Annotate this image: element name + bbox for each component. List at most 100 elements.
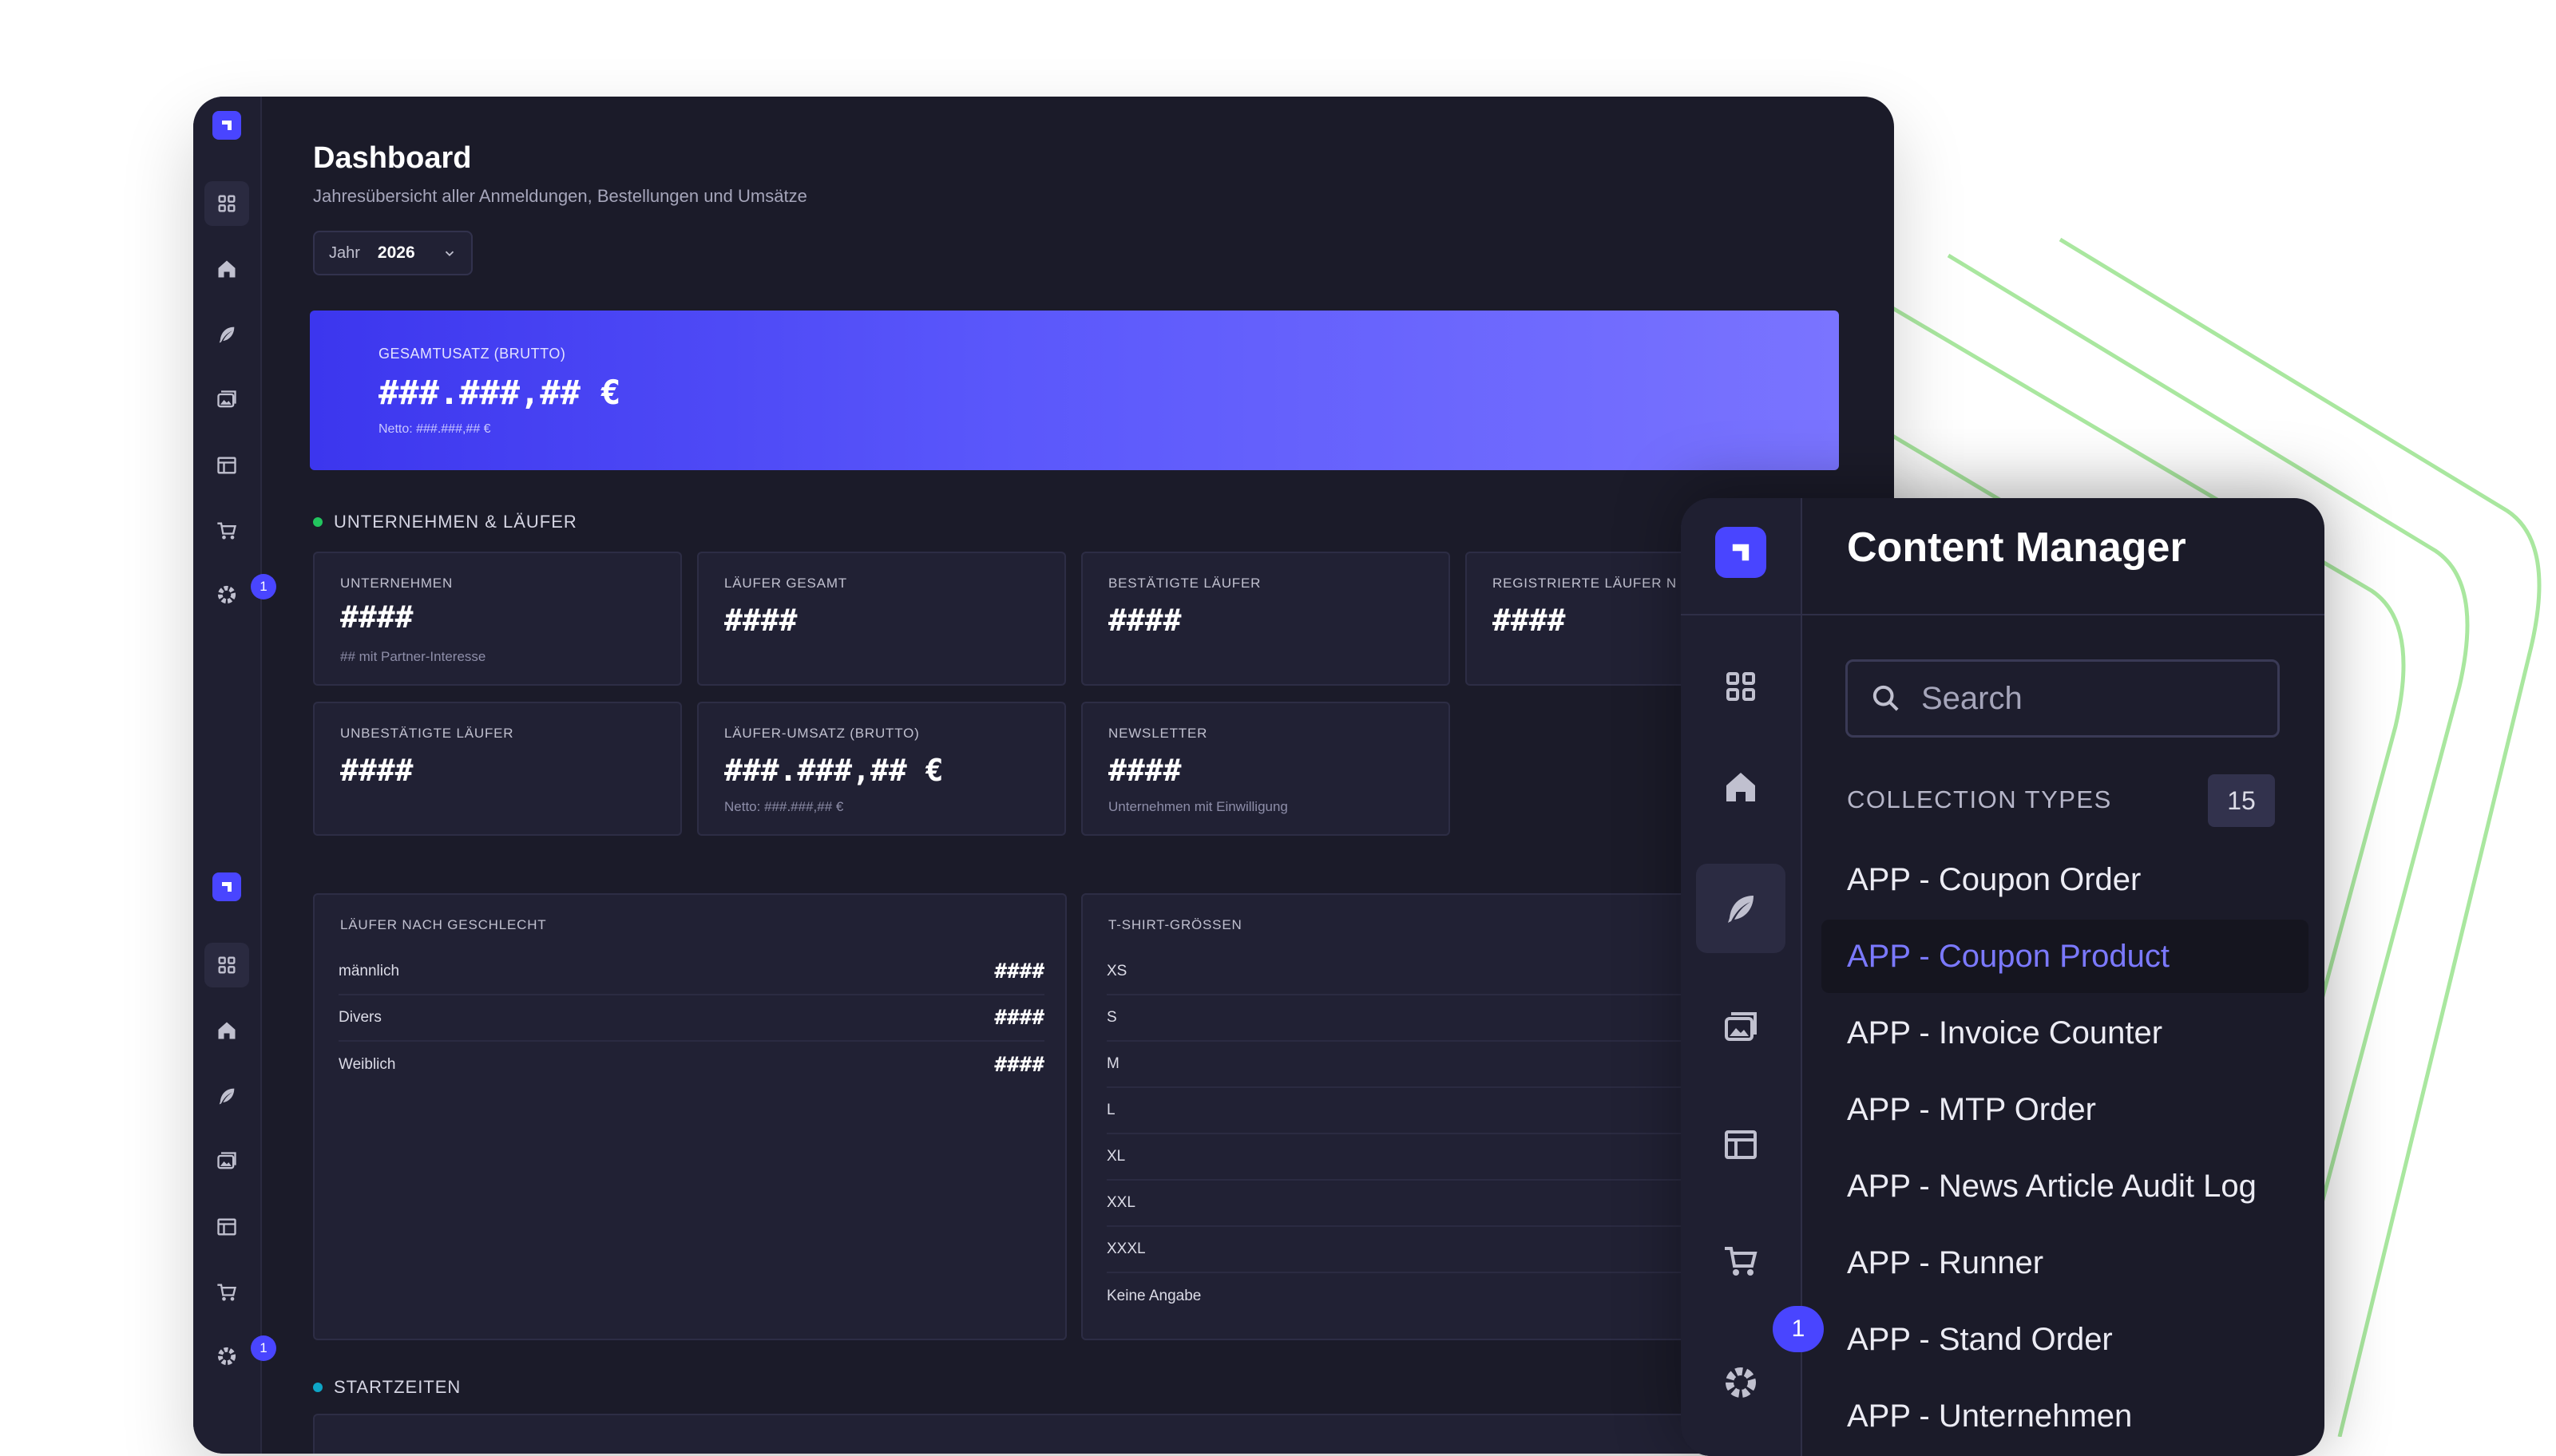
stat-value: #### (340, 753, 414, 788)
stat-value: #### (1492, 603, 1566, 638)
feather-icon (1728, 896, 1754, 923)
collection-item[interactable]: APP - Coupon Order (1821, 843, 2308, 916)
stat-value: #### (340, 599, 414, 635)
rail-shop-secondary[interactable] (193, 1272, 260, 1313)
section-title: STARTZEITEN (334, 1377, 462, 1397)
rail-settings[interactable]: 1 (193, 573, 276, 617)
collection-item-active[interactable]: APP - Coupon Product (1821, 920, 2308, 993)
list-item: Divers #### (339, 995, 1044, 1042)
notification-badge: 1 (251, 1335, 276, 1361)
grid-icon (1726, 672, 1755, 701)
cm-rail-content-types[interactable] (1681, 864, 1801, 953)
row-value: #### (994, 959, 1044, 983)
layout-icon (217, 457, 236, 474)
status-dot-icon (313, 517, 323, 527)
row-label: S (1107, 1009, 1117, 1026)
rail-settings-secondary[interactable]: 1 (193, 1335, 276, 1379)
cm-rail-layout[interactable] (1681, 1119, 1801, 1170)
rail-shop[interactable] (193, 510, 260, 552)
page-subtitle: Jahresübersicht aller Anmeldungen, Beste… (313, 186, 807, 206)
section-title: UNTERNEHMEN & LÄUFER (334, 512, 577, 532)
row-label: XS (1107, 963, 1127, 979)
stat-label: NEWSLETTER (1108, 726, 1208, 741)
page-title: Dashboard (313, 141, 472, 175)
total-revenue-net: Netto: ###.###,## € (378, 422, 491, 436)
layout-icon (217, 1218, 236, 1236)
stat-label: BESTÄTIGTE LÄUFER (1108, 576, 1262, 591)
rail-media[interactable] (193, 379, 260, 421)
divider (1681, 614, 1801, 615)
rail-content-types[interactable] (193, 314, 260, 355)
content-manager-window: 1 Content Manager COLLECTION TYPES 15 AP… (1681, 498, 2324, 1456)
home-icon (218, 1022, 236, 1039)
cm-rail-media[interactable] (1681, 1003, 1801, 1054)
stat-card-newsletter: NEWSLETTER #### Unternehmen mit Einwilli… (1081, 702, 1450, 836)
rail-logo-secondary[interactable] (193, 871, 260, 903)
rail-content-manager-secondary[interactable] (193, 941, 260, 989)
row-label: XXXL (1107, 1240, 1146, 1257)
start-times-table (313, 1414, 1835, 1454)
dashboard-nav-rail: 1 1 (193, 97, 276, 1454)
rail-layout[interactable] (193, 445, 260, 486)
cm-rail-logo[interactable] (1681, 524, 1801, 581)
stat-note: Netto: ###.###,## € (724, 799, 844, 814)
cm-main: Content Manager COLLECTION TYPES 15 APP … (1801, 498, 2324, 1456)
grid-icon (218, 195, 236, 212)
rail-media-secondary[interactable] (193, 1141, 260, 1182)
gender-panel: LÄUFER NACH GESCHLECHT männlich #### Div… (313, 893, 1067, 1340)
rail-content-types-secondary[interactable] (193, 1075, 260, 1117)
cart-icon (217, 1284, 236, 1301)
stat-card-companies: UNTERNEHMEN #### ## mit Partner-Interess… (313, 552, 682, 686)
stat-label: LÄUFER GESAMT (724, 576, 847, 591)
rail-home[interactable] (193, 248, 260, 290)
stat-value: #### (724, 603, 798, 638)
collection-item[interactable]: APP - Unternehmen (1821, 1379, 2308, 1453)
year-select[interactable]: Jahr 2026 (313, 231, 473, 275)
row-value: #### (994, 1053, 1044, 1077)
cm-rail-shop[interactable] (1681, 1236, 1801, 1287)
list-item: Weiblich #### (339, 1042, 1044, 1088)
search-box[interactable] (1845, 659, 2280, 738)
collection-item[interactable]: APP - Runner (1821, 1226, 2308, 1300)
cm-rail-settings[interactable]: 1 (1681, 1305, 1824, 1410)
stat-card-confirmed-runners: BESTÄTIGTE LÄUFER #### (1081, 552, 1450, 686)
collection-item[interactable]: APP - Invoice Counter (1821, 996, 2308, 1070)
status-dot-icon (313, 1383, 323, 1392)
stat-card-unconfirmed-runners: UNBESTÄTIGTE LÄUFER #### (313, 702, 682, 836)
cm-rail-content-manager[interactable] (1681, 661, 1801, 712)
strapi-logo-icon (1715, 527, 1766, 578)
list-item: männlich #### (339, 949, 1044, 995)
collection-item[interactable]: APP - News Article Audit Log (1821, 1149, 2308, 1223)
section-companies-runners: UNTERNEHMEN & LÄUFER (313, 512, 577, 532)
feather-icon (219, 326, 235, 343)
stat-note: Unternehmen mit Einwilligung (1108, 799, 1288, 814)
stat-label: UNTERNEHMEN (340, 576, 454, 591)
rail-logo[interactable] (193, 109, 260, 141)
grid-icon (218, 956, 236, 974)
collection-count-badge: 15 (2208, 774, 2275, 827)
collection-item[interactable]: APP - Stand Order (1821, 1303, 2308, 1376)
search-icon (1872, 685, 1899, 711)
home-icon (218, 260, 236, 278)
stat-value: ###.###,## € (724, 753, 944, 788)
chevron-down-icon (445, 251, 454, 256)
stat-card-runners-total: LÄUFER GESAMT #### (697, 552, 1066, 686)
rail-home-secondary[interactable] (193, 1010, 260, 1051)
dashboard-main: Dashboard Jahresübersicht aller Anmeldun… (310, 97, 1894, 1454)
collection-item[interactable]: APP - MTP Order (1821, 1073, 2308, 1146)
total-revenue-value: ###.###,## € (378, 373, 621, 412)
divider (1801, 614, 2324, 615)
cm-rail-home[interactable] (1681, 762, 1801, 813)
strapi-logo-icon (212, 111, 241, 140)
rail-layout-secondary[interactable] (193, 1206, 260, 1248)
panel-title: T-SHIRT-GRÖSSEN (1108, 917, 1242, 932)
total-revenue-label: GESAMTUSATZ (BRUTTO) (378, 346, 566, 362)
gear-icon (217, 1347, 236, 1365)
search-input[interactable] (1920, 679, 2226, 718)
row-label: Keine Angabe (1107, 1288, 1202, 1304)
strapi-logo-icon (212, 872, 241, 901)
total-revenue-card: GESAMTUSATZ (BRUTTO) ###.###,## € Netto:… (310, 311, 1839, 470)
rail-content-manager[interactable] (193, 180, 260, 228)
year-label: Jahr (329, 243, 360, 262)
row-label: M (1107, 1055, 1119, 1072)
